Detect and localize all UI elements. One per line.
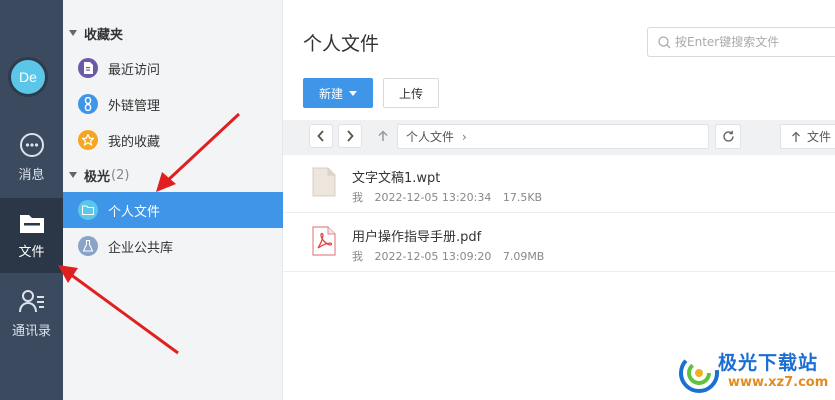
group-team[interactable]: 极光 (2) (63, 161, 283, 189)
folder-icon (78, 200, 98, 220)
sidebar: 收藏夹 最近访问 外链管理 我的收藏 极光 (2) 个人文件 企业公共库 (63, 0, 283, 400)
sidebar-item-personal-files[interactable]: 个人文件 (63, 192, 283, 228)
sidebar-item-label: 最近访问 (108, 62, 161, 78)
upload-button-label: 上传 (398, 86, 423, 101)
sidebar-item-recent[interactable]: 最近访问 (63, 50, 283, 86)
flask-icon (78, 236, 98, 256)
file-owner: 我 (352, 250, 363, 263)
file-time: 2022-12-05 13:09:20 (374, 250, 492, 263)
group-favorites-label: 收藏夹 (84, 27, 124, 43)
breadcrumb-item[interactable]: 个人文件 (406, 128, 454, 145)
file-meta: 我 2022-12-05 13:09:20 7.09MB (352, 248, 552, 264)
arrow-up-icon (792, 131, 800, 142)
file-time: 2022-12-05 13:20:34 (374, 191, 492, 204)
group-favorites[interactable]: 收藏夹 (63, 19, 283, 47)
collapse-triangle-icon (69, 172, 77, 178)
chevron-left-icon (317, 130, 324, 142)
contacts-icon (18, 290, 44, 313)
chat-bubble-icon (19, 133, 44, 157)
file-owner: 我 (352, 191, 363, 204)
caret-down-icon (349, 90, 357, 96)
path-breadcrumb[interactable]: 个人文件 › (397, 124, 709, 149)
sidebar-item-favorites[interactable]: 我的收藏 (63, 122, 283, 158)
recent-doc-icon (78, 58, 98, 78)
new-button-label: 新建 (318, 86, 343, 101)
upload-button[interactable]: 上传 (383, 78, 439, 108)
sidebar-item-links[interactable]: 外链管理 (63, 86, 283, 122)
group-team-count: (2) (111, 167, 130, 183)
watermark-swirl-icon (679, 353, 719, 393)
watermark-url: www.xz7.com (728, 375, 829, 390)
sidebar-item-label: 外链管理 (108, 98, 161, 114)
file-row[interactable]: 用户操作指导手册.pdf 我 2022-12-05 13:09:20 7.09M… (283, 214, 835, 272)
link-icon (78, 94, 98, 114)
file-size: 17.5KB (502, 191, 543, 204)
file-row[interactable]: 文字文稿1.wpt 我 2022-12-05 13:20:34 17.5KB (283, 155, 835, 213)
rail-label-files: 文件 (18, 245, 45, 260)
page-title: 个人文件 (303, 33, 380, 55)
file-name[interactable]: 用户操作指导手册.pdf (352, 226, 481, 245)
left-rail: De 消息 文件 通讯录 (0, 0, 63, 400)
sort-button[interactable]: 文件 (780, 124, 835, 149)
document-icon (312, 167, 336, 197)
file-name[interactable]: 文字文稿1.wpt (352, 167, 440, 186)
new-button[interactable]: 新建 (303, 78, 373, 108)
arrow-up-icon (378, 130, 388, 141)
forward-button[interactable] (338, 124, 362, 148)
path-toolbar: 个人文件 › 文件 (283, 120, 835, 155)
search-box[interactable] (647, 27, 835, 57)
file-meta: 我 2022-12-05 13:20:34 17.5KB (352, 189, 550, 205)
sidebar-item-label: 个人文件 (108, 204, 161, 220)
rail-item-messages[interactable]: 消息 (0, 120, 63, 195)
search-icon (658, 35, 671, 48)
back-button[interactable] (309, 124, 333, 148)
file-size: 7.09MB (502, 250, 545, 263)
rail-item-files[interactable]: 文件 (0, 198, 63, 273)
rail-label-messages: 消息 (18, 168, 45, 183)
breadcrumb-separator-icon: › (462, 129, 467, 144)
rail-item-contacts[interactable]: 通讯录 (0, 276, 63, 351)
refresh-button[interactable] (715, 124, 741, 149)
search-input[interactable] (675, 35, 835, 49)
pdf-icon (312, 226, 336, 256)
group-team-label: 极光 (84, 169, 111, 185)
main-panel: 个人文件 新建 上传 个人文件 › (283, 0, 835, 400)
refresh-icon (722, 130, 734, 142)
up-button[interactable] (371, 124, 395, 148)
watermark-logo: 极光下载站 www.xz7.com (676, 346, 831, 398)
chevron-right-icon (347, 130, 354, 142)
sidebar-item-enterprise-library[interactable]: 企业公共库 (63, 228, 283, 264)
folder-icon (19, 215, 44, 233)
avatar[interactable]: De (8, 57, 48, 97)
star-icon (78, 130, 98, 150)
sidebar-item-label: 企业公共库 (108, 240, 174, 256)
avatar-text: De (19, 69, 37, 85)
rail-label-contacts: 通讯录 (11, 324, 51, 339)
watermark-title: 极光下载站 (718, 352, 819, 374)
app-window: De 消息 文件 通讯录 收藏夹 最近访问 外链管理 我的收藏 极光 (2) 个… (0, 0, 835, 400)
collapse-triangle-icon (69, 30, 77, 36)
sort-label: 文件 (807, 130, 832, 144)
sidebar-item-label: 我的收藏 (108, 134, 161, 150)
